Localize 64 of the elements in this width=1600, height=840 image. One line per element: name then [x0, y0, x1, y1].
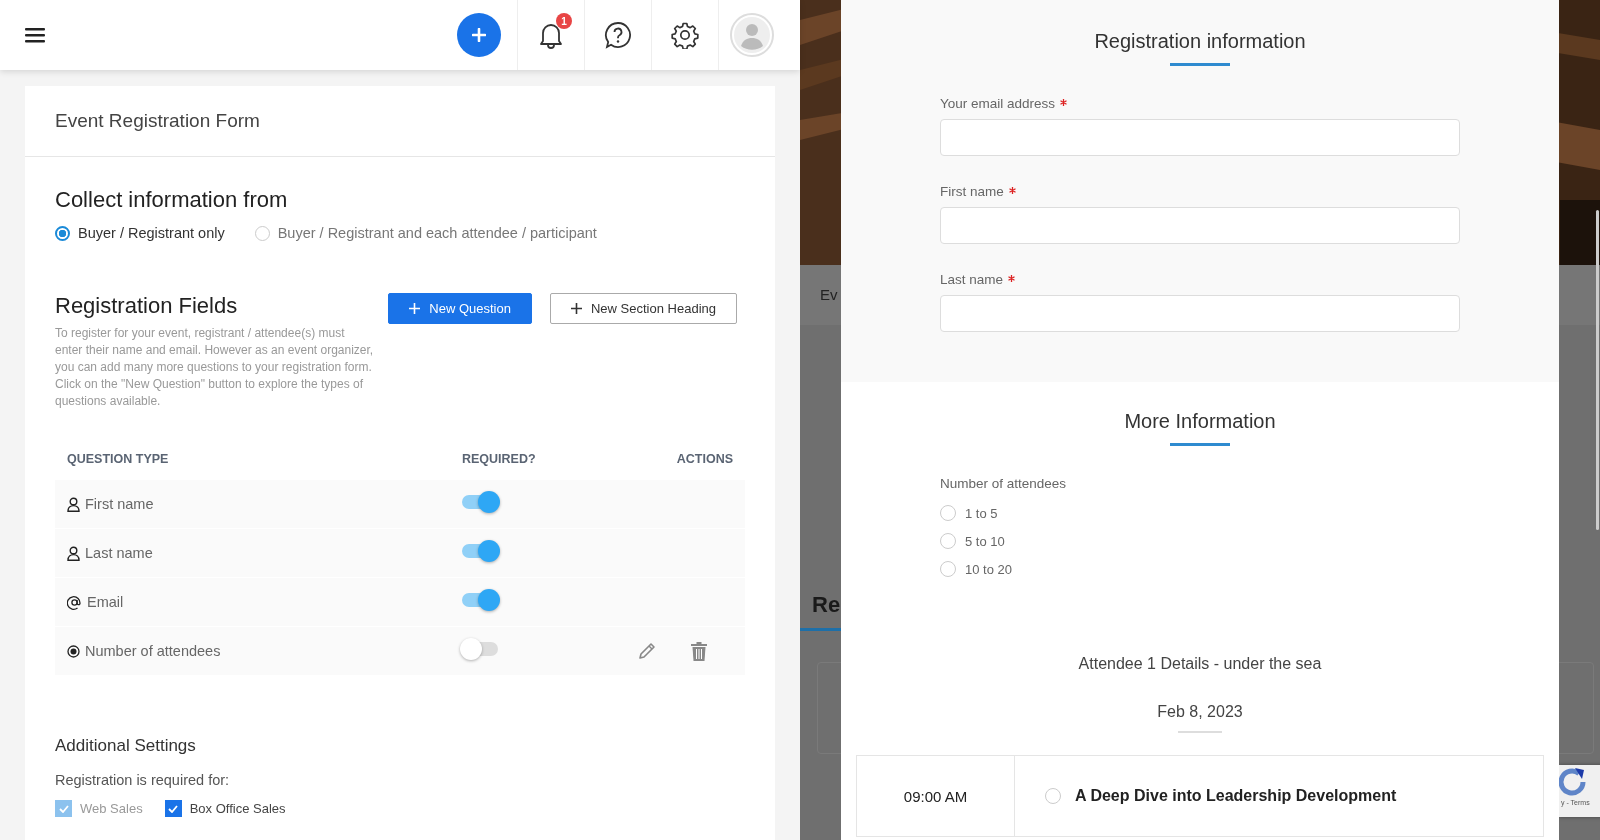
- menu-icon[interactable]: [25, 27, 45, 43]
- settings-icon[interactable]: [671, 21, 699, 49]
- column-header: ACTIONS: [675, 452, 733, 466]
- modal-section-title: Registration information: [1093, 30, 1307, 53]
- trash-icon[interactable]: [691, 641, 707, 661]
- help-icon[interactable]: [604, 21, 632, 49]
- bell-icon[interactable]: [538, 21, 564, 49]
- radio-button[interactable]: [940, 533, 956, 549]
- radio-label: Buyer / Registrant and each attendee / participant: [277, 225, 597, 241]
- plus-icon: [570, 303, 582, 314]
- question-label: Last name: [85, 545, 153, 561]
- session-title: A Deep Dive into Leadership Development: [1075, 787, 1397, 805]
- radio-label: Buyer / Registrant only: [78, 225, 225, 241]
- radio-label: 5 to 10: [965, 533, 1005, 549]
- radio-button[interactable]: [55, 225, 70, 241]
- person-icon: [67, 496, 80, 512]
- scrollbar[interactable]: [1596, 210, 1599, 530]
- at-sign-icon: [67, 594, 82, 610]
- checkmark-icon: [58, 804, 69, 813]
- question-label: Number of attendees: [85, 643, 221, 659]
- notification-badge: 1: [556, 13, 572, 29]
- checkbox-label: Web Sales: [80, 801, 143, 816]
- input-field[interactable]: [940, 207, 1460, 244]
- modal-section-title: More Information: [1123, 410, 1277, 433]
- new-item-button[interactable]: New Question: [388, 293, 532, 324]
- field-label: Last name: [940, 272, 1004, 287]
- session-time: 09:00 AM: [903, 787, 968, 805]
- field-label: Your email address: [940, 96, 1056, 111]
- radio-button[interactable]: [940, 505, 956, 521]
- column-header: REQUIRED?: [462, 452, 537, 466]
- page-heading: Re: [812, 592, 841, 618]
- attendee-title: Attendee 1 Details - under the sea: [1077, 655, 1323, 673]
- section-heading: Collect information from: [55, 187, 289, 213]
- field-label: First name: [940, 184, 1004, 199]
- radio-button[interactable]: [940, 561, 956, 577]
- section-heading: Registration Fields: [55, 293, 239, 319]
- settings-label: Registration is required for:: [55, 772, 231, 788]
- pencil-icon[interactable]: [637, 641, 657, 661]
- question-label: Number of attendees: [940, 476, 1068, 491]
- checkbox[interactable]: [164, 800, 182, 817]
- add-button[interactable]: [457, 13, 501, 57]
- heading-underline: [800, 628, 841, 631]
- form-title: Event Registration Form: [55, 110, 260, 132]
- radio-label: 1 to 5: [965, 505, 998, 521]
- description-text: To register for your event, registrant / attendee(s) must enter their name and email. However as an event organizer, you can add many more questions to your registration form. Click on the "New Question" button to explore the types of questions available.: [55, 325, 375, 410]
- avatar-icon[interactable]: [730, 13, 774, 57]
- date-label: Feb 8, 2023: [1156, 703, 1244, 721]
- question-label: First name: [85, 496, 154, 512]
- input-field[interactable]: [940, 119, 1460, 156]
- new-item-button[interactable]: New Section Heading: [549, 293, 737, 324]
- radio-label: 10 to 20: [965, 561, 1012, 577]
- input-field[interactable]: [940, 295, 1460, 332]
- radio-icon: [67, 644, 80, 658]
- column-header: QUESTION TYPE: [67, 452, 170, 466]
- radio-button[interactable]: [254, 225, 270, 241]
- tab-label: Ev: [820, 286, 838, 303]
- section-heading: Additional Settings: [55, 736, 197, 756]
- checkbox-label: Box Office Sales: [189, 801, 286, 816]
- question-label: Email: [87, 594, 124, 610]
- checkmark-icon: [168, 804, 179, 813]
- plus-icon: [472, 28, 486, 42]
- radio-button[interactable]: [1045, 788, 1061, 804]
- plus-icon: [409, 303, 421, 314]
- person-icon: [67, 545, 80, 561]
